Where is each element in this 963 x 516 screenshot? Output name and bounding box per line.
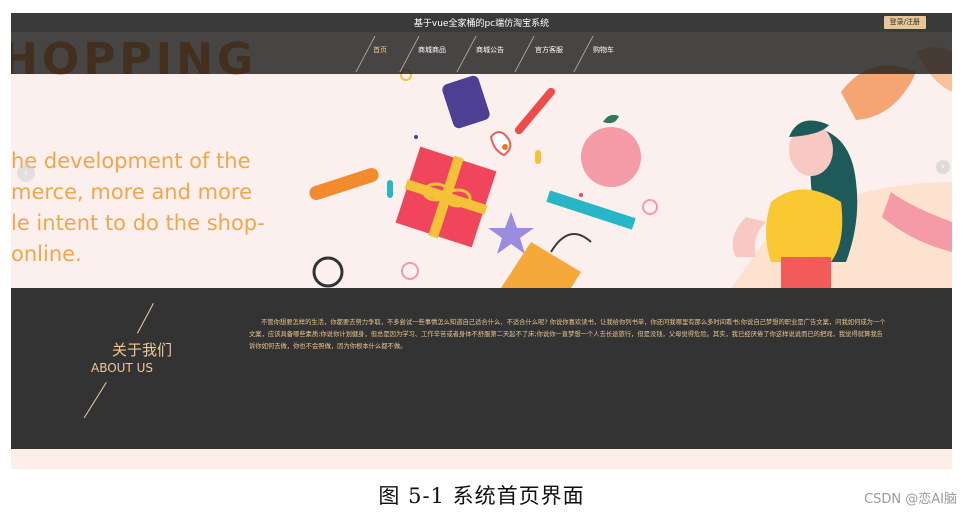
nav-divider (573, 36, 594, 72)
about-section: 关于我们 ABOUT US 不管你想要怎样的生活，你都要去努力争取，不多尝试一些… (11, 288, 952, 449)
site-title: 基于vue全家桶的pc端仿淘宝系统 (413, 19, 550, 29)
nav-item-support[interactable]: 官方客服 (535, 45, 563, 55)
banner-line-2: merce, more and more (11, 180, 253, 204)
login-register-button[interactable]: 登录/注册 (883, 16, 926, 29)
page: 基于vue全家桶的pc端仿淘宝系统 登录/注册 he development o… (0, 0, 963, 516)
nav-item-products[interactable]: 商城商品 (418, 45, 446, 55)
banner-line-3: le intent to do the shop- (11, 211, 265, 235)
footer-strip (11, 449, 952, 469)
screenshot-frame: 基于vue全家桶的pc端仿淘宝系统 登录/注册 he development o… (11, 13, 952, 469)
banner-line-1: he development of the (11, 149, 251, 173)
about-title-en: ABOUT US (91, 361, 154, 375)
about-decor-line (83, 382, 107, 419)
nav-item-home[interactable]: 首页 (373, 45, 387, 55)
chevron-right-icon[interactable]: › (936, 160, 950, 174)
banner-line-4: online. (11, 242, 82, 266)
nav-divider (399, 36, 420, 72)
about-decor-line (137, 303, 154, 334)
top-bar: 基于vue全家桶的pc端仿淘宝系统 登录/注册 (11, 13, 952, 32)
nav-divider (514, 36, 535, 72)
nav-item-announcements[interactable]: 商城公告 (476, 45, 504, 55)
main-nav: 首页 商城商品 商城公告 官方客服 购物车 (11, 32, 952, 74)
nav-item-cart[interactable]: 购物车 (593, 45, 614, 55)
chevron-left-icon[interactable]: ‹ (17, 164, 35, 182)
nav-divider (456, 36, 477, 72)
figure-caption: 图 5-1 系统首页界面 (378, 484, 585, 508)
about-description: 不管你想要怎样的生活，你都要去努力争取，不多尝试一些事情怎么知道自己适合什么、不… (249, 319, 886, 350)
csdn-watermark: CSDN @恋AI脑 (864, 492, 957, 507)
about-title-cn: 关于我们 (112, 341, 173, 359)
